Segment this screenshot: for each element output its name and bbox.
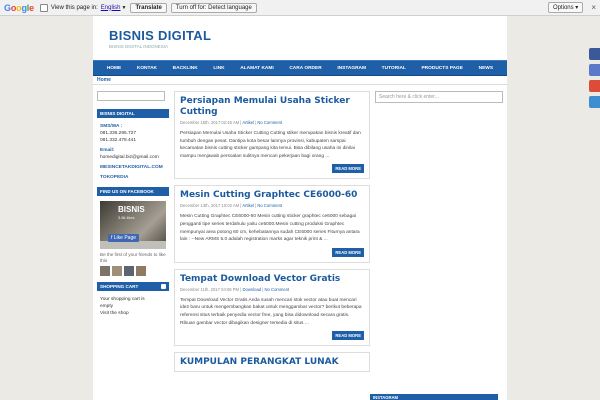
left-sidebar: BISNIS DIGITAL SMS/WA : 081.336.295.727 … <box>97 91 169 378</box>
avatar <box>136 266 146 276</box>
phone-1: 081.336.295.727 <box>100 131 137 136</box>
nav-tutorial[interactable]: TUTORIAL <box>382 66 406 71</box>
email-address: homedigital.biz@gmail.com <box>100 155 159 160</box>
sidebar-search-input[interactable] <box>97 91 165 101</box>
turn-off-button[interactable]: Turn off for: Detect language <box>170 2 257 13</box>
widget-title-instagram: INSTAGRAM <box>370 394 498 400</box>
visit-shop-link[interactable]: Visit the shop <box>100 311 129 316</box>
main-content: Persiapan Memulai Usaha Sticker Cutting … <box>174 91 370 378</box>
post-card: Persiapan Memulai Usaha Sticker Cutting … <box>174 91 370 180</box>
fb-first-text: Be the first of your friends to like thi… <box>100 252 166 263</box>
language-select[interactable]: English <box>101 5 121 11</box>
twitter-share-icon[interactable] <box>589 64 600 76</box>
fb-like-button[interactable]: f Like Page <box>108 234 140 242</box>
site-description: BISNIS DIGITAL INDONESIA <box>109 44 169 49</box>
nav-cara-order[interactable]: CARA ORDER <box>289 66 321 71</box>
nav-news[interactable]: NEWS <box>479 66 493 71</box>
avatar <box>100 266 110 276</box>
fb-faces <box>97 264 169 282</box>
contact-widget: SMS/WA : 081.336.295.727 081.332.478.441… <box>97 123 169 181</box>
post-title[interactable]: KUMPULAN PERANGKAT LUNAK <box>180 357 364 368</box>
nav-products-page[interactable]: PRODUCTS PAGE <box>421 66 463 71</box>
post-card: KUMPULAN PERANGKAT LUNAK <box>174 352 370 373</box>
close-icon[interactable]: × <box>591 3 596 12</box>
email-share-icon[interactable] <box>589 96 600 108</box>
breadcrumb[interactable]: Home <box>93 76 507 85</box>
post-meta: December 15th, 2017 02:45 AM | Artikel |… <box>180 120 283 125</box>
post-title[interactable]: Mesin Cutting Graphtec CE6000-60 <box>180 190 364 201</box>
search-input[interactable]: Search here & click enter... <box>375 91 503 103</box>
nav-backlink[interactable]: BACKLINK <box>173 66 198 71</box>
widget-title-cart: SHOPPING CART <box>97 282 169 291</box>
translate-button[interactable]: Translate <box>130 2 167 13</box>
cart-widget-icon <box>161 284 166 289</box>
fb-page-name: BISNIS <box>118 205 145 214</box>
nav-link[interactable]: LINK <box>213 66 224 71</box>
avatar <box>124 266 134 276</box>
chevron-down-icon[interactable]: ▼ <box>121 5 126 11</box>
read-more-button[interactable]: READ MORE <box>332 331 364 341</box>
post-meta: December 13th, 2017 10:02 AM | Artikel |… <box>180 203 283 209</box>
post-card: Mesin Cutting Graphtec CE6000-60 Decembe… <box>174 185 370 263</box>
right-sidebar: Search here & click enter... <box>375 91 503 378</box>
translate-bar: Google View this page in: English ▼ Tran… <box>0 0 600 16</box>
main-nav: HOME KONTAK BACKLINK LINK ALAMAT KAMI CA… <box>93 60 507 76</box>
page-wrapper: BISNIS DIGITAL BISNIS DIGITAL INDONESIA … <box>93 16 507 400</box>
widget-title-bisnis: BISNIS DIGITAL <box>97 109 169 118</box>
post-card: Tempat Download Vector Gratis December 1… <box>174 268 370 347</box>
widget-title-facebook: FIND US ON FACEBOOK <box>97 187 169 196</box>
store-link[interactable]: MESINCETAKDIGITAL.COM <box>100 165 163 170</box>
sms-label: SMS/WA : <box>100 124 123 129</box>
site-title[interactable]: BISNIS DIGITAL <box>109 28 491 43</box>
tokopedia-link[interactable]: TOKOPEDIA <box>100 175 128 180</box>
nav-kontak[interactable]: KONTAK <box>137 66 157 71</box>
translate-icon <box>39 3 48 12</box>
phone-2: 081.332.478.441 <box>100 138 137 143</box>
nav-instagram[interactable]: INSTAGRAM <box>337 66 366 71</box>
google-logo: Google <box>4 2 34 13</box>
nav-home[interactable]: HOME <box>107 66 121 71</box>
post-excerpt: Tempat Download Vector Gratis Anda susah… <box>180 297 362 326</box>
facebook-share-icon[interactable] <box>589 48 600 60</box>
cart-widget: Your shopping cart is empty Visit the sh… <box>100 297 145 316</box>
options-button[interactable]: Options ▾ <box>547 2 584 13</box>
post-title[interactable]: Tempat Download Vector Gratis <box>180 274 364 285</box>
read-more-button[interactable]: READ MORE <box>332 164 364 174</box>
share-buttons <box>589 48 600 112</box>
view-page-text: View this page in: <box>50 4 98 11</box>
fb-likes: 3.8k likes <box>118 215 135 220</box>
google-plus-share-icon[interactable] <box>589 80 600 92</box>
post-excerpt: Mesin Cutting Graphtec CE6000-60 Mesin c… <box>180 214 360 243</box>
post-excerpt: Persiapan Memulai Usaha Sticker Cutting … <box>180 131 361 159</box>
facebook-page-box[interactable]: BISNIS 3.8k likes f Like Page <box>100 201 166 249</box>
site-header: BISNIS DIGITAL BISNIS DIGITAL INDONESIA <box>93 16 507 60</box>
avatar <box>112 266 122 276</box>
facebook-icon: f <box>111 235 113 241</box>
post-title[interactable]: Persiapan Memulai Usaha Sticker Cutting <box>180 96 364 118</box>
email-label: Email: <box>100 148 115 153</box>
post-meta: December 11th, 2017 04:06 PM | Download … <box>180 286 290 292</box>
read-more-button[interactable]: READ MORE <box>332 247 364 257</box>
nav-alamat-kami[interactable]: ALAMAT KAMI <box>240 66 273 71</box>
